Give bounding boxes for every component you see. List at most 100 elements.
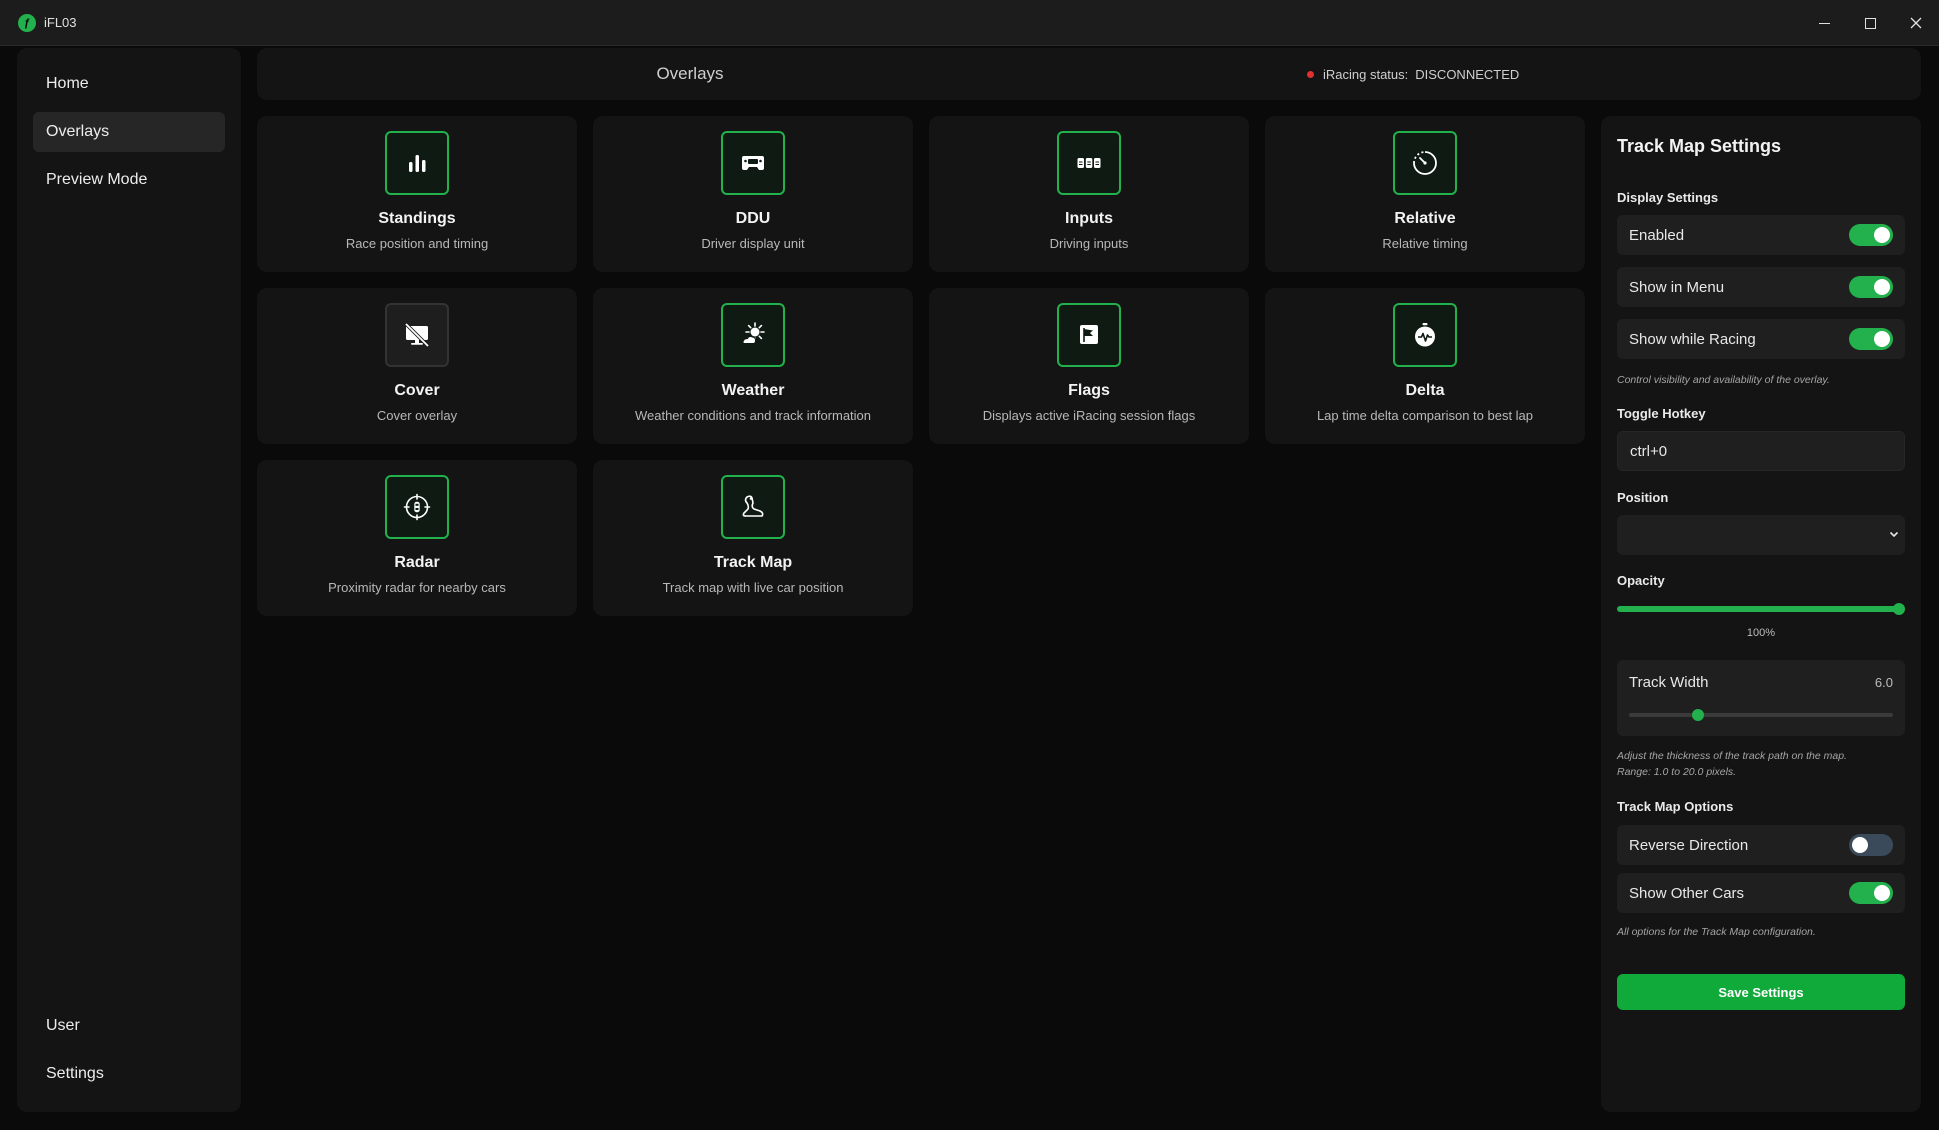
card-title: Delta bbox=[1405, 382, 1445, 399]
overlay-card-inputs[interactable]: Inputs Driving inputs bbox=[929, 116, 1249, 272]
opacity-label: Opacity bbox=[1617, 573, 1665, 588]
reverse-direction-toggle-row: Reverse Direction bbox=[1617, 825, 1905, 865]
show-in-menu-toggle[interactable] bbox=[1849, 276, 1893, 298]
content-header: Overlays iRacing status: DISCONNECTED bbox=[257, 48, 1921, 100]
hotkey-label: Toggle Hotkey bbox=[1617, 406, 1706, 421]
sidebar-item-label: Overlays bbox=[46, 123, 110, 140]
track-width-slider-handle[interactable] bbox=[1692, 709, 1705, 721]
card-title: Inputs bbox=[1065, 210, 1113, 227]
sidebar-item-overlays[interactable]: Overlays bbox=[33, 112, 225, 152]
hotkey-input[interactable] bbox=[1617, 431, 1905, 471]
card-title: Cover bbox=[394, 382, 440, 399]
track-width-value: 6.0 bbox=[1874, 675, 1893, 690]
sidebar-item-user[interactable]: User bbox=[33, 1006, 225, 1046]
track-width-control: Track Width 6.0 bbox=[1617, 660, 1905, 736]
overlay-card-delta[interactable]: Delta Lap time delta comparison to best … bbox=[1265, 288, 1585, 444]
minimize-icon bbox=[1818, 22, 1830, 24]
sidebar-item-label: Settings bbox=[46, 1065, 104, 1082]
close-icon bbox=[1910, 17, 1922, 29]
overlay-card-radar[interactable]: Radar Proximity radar for nearby cars bbox=[257, 460, 577, 616]
bar-chart-icon bbox=[385, 131, 449, 195]
card-title: Radar bbox=[394, 554, 440, 571]
card-description: Lap time delta comparison to best lap bbox=[1316, 408, 1534, 423]
track-width-note-line: Adjust the thickness of the track path o… bbox=[1617, 750, 1847, 762]
card-title: DDU bbox=[735, 210, 771, 227]
card-description: Proximity radar for nearby cars bbox=[328, 580, 506, 595]
toggle-label: Show in Menu bbox=[1629, 278, 1725, 296]
sidebar-item-label: Home bbox=[46, 75, 89, 92]
app-title: iFL03 bbox=[44, 15, 77, 30]
sun-cloud-icon bbox=[721, 303, 785, 367]
card-title: Track Map bbox=[713, 554, 793, 571]
position-select[interactable] bbox=[1617, 515, 1905, 555]
track-width-note-line: Range: 1.0 to 20.0 pixels. bbox=[1617, 766, 1737, 778]
card-title: Weather bbox=[721, 382, 785, 399]
maximize-button[interactable] bbox=[1847, 0, 1893, 46]
page-title: Overlays bbox=[656, 64, 724, 83]
card-description: Driving inputs bbox=[1049, 236, 1129, 251]
app-window: ƒ iFL03 Home Overlays Preview Mode User … bbox=[0, 0, 1939, 1130]
save-settings-button[interactable]: Save Settings bbox=[1617, 974, 1905, 1010]
overlay-card-standings[interactable]: Standings Race position and timing bbox=[257, 116, 577, 272]
steering-wheel-icon bbox=[721, 131, 785, 195]
close-button[interactable] bbox=[1893, 0, 1939, 46]
radar-icon bbox=[385, 475, 449, 539]
card-description: Track map with live car position bbox=[662, 580, 844, 595]
track-width-label: Track Width bbox=[1629, 674, 1709, 691]
iracing-status: iRacing status: DISCONNECTED bbox=[1307, 48, 1519, 100]
card-title: Relative bbox=[1394, 210, 1456, 227]
overlay-card-track-map[interactable]: Track Map Track map with live car positi… bbox=[593, 460, 913, 616]
track-map-settings-panel: Track Map Settings Display Settings Enab… bbox=[1601, 116, 1921, 1112]
show-in-menu-toggle-row: Show in Menu bbox=[1617, 267, 1905, 307]
show-while-racing-toggle[interactable] bbox=[1849, 328, 1893, 350]
toggle-label: Show Other Cars bbox=[1629, 884, 1745, 902]
track-map-options-note: All options for the Track Map configurat… bbox=[1617, 926, 1816, 938]
status-label: iRacing status: bbox=[1323, 66, 1409, 82]
sidebar-item-settings[interactable]: Settings bbox=[33, 1054, 225, 1094]
display-settings-label: Display Settings bbox=[1617, 190, 1719, 205]
card-description: Race position and timing bbox=[345, 236, 489, 251]
track-width-slider[interactable] bbox=[1629, 713, 1893, 717]
window-controls bbox=[1801, 0, 1939, 46]
opacity-value: 100% bbox=[1746, 627, 1776, 639]
track-map-options-label: Track Map Options bbox=[1617, 799, 1734, 814]
card-description: Driver display unit bbox=[701, 236, 805, 251]
track-icon bbox=[721, 475, 785, 539]
minimize-button[interactable] bbox=[1801, 0, 1847, 46]
show-other-cars-toggle-row: Show Other Cars bbox=[1617, 873, 1905, 913]
enabled-toggle-row: Enabled bbox=[1617, 215, 1905, 255]
overlay-card-ddu[interactable]: DDU Driver display unit bbox=[593, 116, 913, 272]
card-description: Displays active iRacing session flags bbox=[982, 408, 1196, 423]
display-settings-note: Control visibility and availability of t… bbox=[1617, 374, 1830, 386]
overlay-card-cover[interactable]: Cover Cover overlay bbox=[257, 288, 577, 444]
position-label: Position bbox=[1617, 490, 1669, 505]
card-description: Cover overlay bbox=[376, 408, 458, 423]
overlay-card-flags[interactable]: Flags Displays active iRacing session fl… bbox=[929, 288, 1249, 444]
opacity-slider-handle[interactable] bbox=[1893, 603, 1905, 615]
track-width-note: Adjust the thickness of the track path o… bbox=[1617, 748, 1907, 780]
sidebar-item-home[interactable]: Home bbox=[33, 64, 225, 104]
toggle-label: Enabled bbox=[1629, 226, 1685, 244]
enabled-toggle[interactable] bbox=[1849, 224, 1893, 246]
sidebar-item-label: User bbox=[46, 1017, 80, 1034]
toggle-label: Show while Racing bbox=[1629, 330, 1756, 348]
app-logo-icon: ƒ bbox=[18, 13, 36, 32]
opacity-slider[interactable] bbox=[1617, 606, 1899, 612]
card-description: Relative timing bbox=[1382, 236, 1468, 251]
title-bar: ƒ iFL03 bbox=[0, 0, 1939, 46]
monitor-off-icon bbox=[385, 303, 449, 367]
sidebar-item-preview-mode[interactable]: Preview Mode bbox=[33, 160, 225, 200]
toggle-label: Reverse Direction bbox=[1629, 836, 1749, 854]
status-dot-icon bbox=[1307, 70, 1314, 78]
overlay-card-relative[interactable]: Relative Relative timing bbox=[1265, 116, 1585, 272]
sidebar-item-label: Preview Mode bbox=[46, 171, 148, 188]
chevron-down-icon bbox=[1889, 531, 1899, 538]
sidebar: Home Overlays Preview Mode User Settings bbox=[17, 48, 241, 1112]
reverse-direction-toggle[interactable] bbox=[1849, 834, 1893, 856]
status-value: DISCONNECTED bbox=[1415, 66, 1520, 82]
card-title: Flags bbox=[1068, 382, 1110, 399]
timer-icon bbox=[1393, 131, 1457, 195]
overlay-card-weather[interactable]: Weather Weather conditions and track inf… bbox=[593, 288, 913, 444]
panel-title: Track Map Settings bbox=[1617, 136, 1782, 156]
show-other-cars-toggle[interactable] bbox=[1849, 882, 1893, 904]
